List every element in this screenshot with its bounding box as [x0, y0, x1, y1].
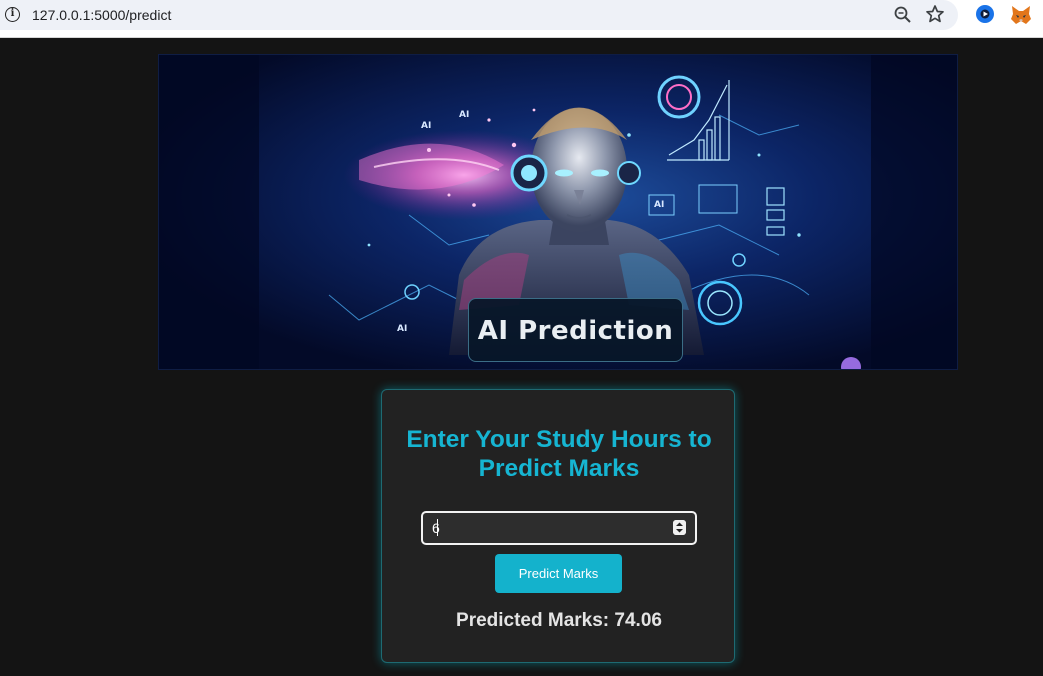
- card-title: Enter Your Study Hours to Predict Marks: [406, 426, 712, 482]
- text-caret: [437, 519, 438, 536]
- hero-banner-image: AI AI AI AI AI Prediction: [158, 54, 958, 370]
- address-bar[interactable]: i 127.0.0.1:5000/predict: [0, 0, 958, 30]
- url-text[interactable]: 127.0.0.1:5000/predict: [32, 7, 171, 23]
- hero-small-text: AI: [459, 110, 469, 120]
- browser-toolbar: i 127.0.0.1:5000/predict: [0, 0, 1043, 38]
- hero-small-text: AI: [397, 324, 407, 334]
- predicted-marks-result: Predicted Marks: 74.06: [456, 610, 662, 631]
- hero-title-label: AI Prediction: [468, 298, 683, 362]
- extension-icon[interactable]: [975, 4, 995, 24]
- prediction-card: Enter Your Study Hours to Predict Marks …: [381, 389, 735, 663]
- metamask-fox-icon[interactable]: [1010, 4, 1032, 26]
- bookmark-star-icon[interactable]: [925, 4, 945, 24]
- zoom-icon[interactable]: [893, 5, 913, 25]
- predict-marks-button[interactable]: Predict Marks: [495, 554, 622, 593]
- info-icon[interactable]: i: [5, 7, 20, 22]
- study-hours-input[interactable]: [421, 511, 697, 545]
- number-stepper-icon[interactable]: [673, 520, 686, 535]
- hero-small-text: AI: [654, 200, 664, 210]
- hero-small-text: AI: [421, 121, 431, 131]
